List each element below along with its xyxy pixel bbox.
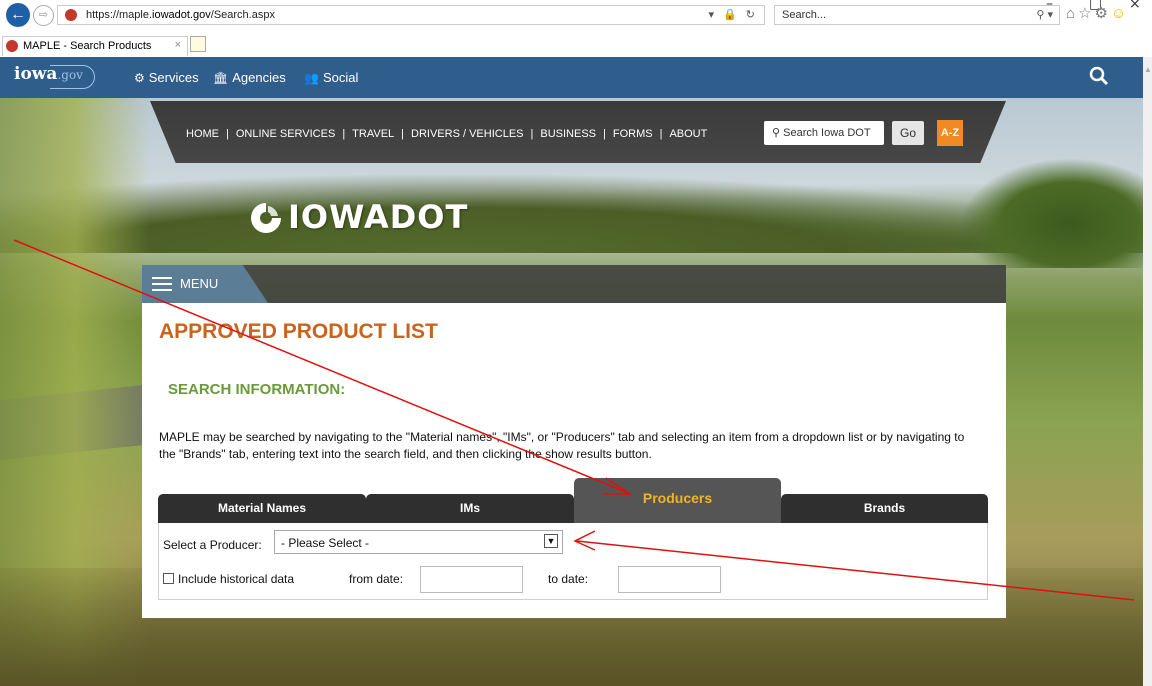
browser-search-box[interactable]: Search... ⚲ ▾ (774, 5, 1060, 25)
iowa-dot-swoosh-icon (251, 203, 281, 233)
social-people-icon: 👥 (304, 71, 319, 85)
a-z-index-button[interactable]: A-Z (937, 120, 963, 146)
logo-state-outline (50, 65, 95, 89)
menu-bar (142, 265, 1006, 303)
tab-favicon-icon (6, 40, 18, 52)
nav-link-business[interactable]: BUSINESS (540, 128, 596, 140)
page-scrollbar[interactable]: ▲ (1143, 57, 1152, 686)
tab-material-names[interactable]: Material Names (158, 494, 366, 523)
nav-link-about[interactable]: ABOUT (669, 128, 707, 140)
hamburger-icon (152, 277, 172, 295)
page-title: APPROVED PRODUCT LIST (159, 320, 438, 343)
home-icon[interactable]: ⌂ (1066, 5, 1078, 22)
nav-services[interactable]: ⚙ Services (134, 70, 199, 85)
address-tools-icons[interactable]: ▾ 🔒 ↻ (708, 8, 758, 21)
section-heading: SEARCH INFORMATION: (168, 381, 346, 398)
services-gears-icon: ⚙ (134, 71, 145, 85)
nav-agencies-label: Agencies (232, 70, 286, 85)
site-favicon-icon (65, 9, 77, 21)
tab-close-icon[interactable]: × (175, 39, 181, 51)
from-date-input[interactable] (420, 566, 523, 593)
include-historical-label[interactable]: Include historical data (178, 572, 294, 586)
feedback-smiley-icon[interactable]: ☺ (1111, 5, 1129, 22)
dot-nav-links: HOME | ONLINE SERVICES | TRAVEL | DRIVERS / VE… (186, 128, 708, 140)
producer-select-value: - Please Select - (281, 536, 370, 550)
favorites-star-icon[interactable]: ☆ (1078, 5, 1094, 22)
iowa-gov-bar: iowa.gov ⚙ Services 🏛 Agencies 👥 Social (0, 57, 1143, 98)
nav-link-home[interactable]: HOME (186, 128, 219, 140)
settings-gear-icon[interactable]: ⚙ (1095, 5, 1111, 22)
search-icon: ⚲ (772, 127, 781, 139)
iowa-gov-logo[interactable]: iowa.gov (14, 64, 95, 89)
producer-select[interactable]: - Please Select - ▼ (274, 530, 563, 554)
browser-search-placeholder: Search... (782, 9, 827, 21)
tab-ims[interactable]: IMs (366, 494, 574, 523)
scroll-up-icon[interactable]: ▲ (1144, 65, 1152, 74)
to-date-input[interactable] (618, 566, 721, 593)
menu-label: MENU (180, 276, 219, 291)
nav-agencies[interactable]: 🏛 Agencies (213, 70, 286, 85)
browser-chrome: – □ × ← ⇨ https://maple.iowadot.gov/Sear… (0, 0, 1152, 57)
nav-link-online-services[interactable]: ONLINE SERVICES (236, 128, 335, 140)
nav-link-drivers-vehicles[interactable]: DRIVERS / VEHICLES (411, 128, 523, 140)
arrow-right-icon: ⇨ (38, 9, 49, 21)
nav-link-travel[interactable]: TRAVEL (352, 128, 394, 140)
browser-tab[interactable]: MAPLE - Search Products × (2, 36, 188, 56)
forward-button[interactable]: ⇨ (33, 5, 54, 26)
toolbar-icons: ⌂☆⚙☺ (1066, 4, 1129, 22)
tab-title: MAPLE - Search Products (23, 40, 152, 52)
url-text: https://maple.iowadot.gov/Search.aspx (86, 9, 275, 21)
nav-services-label: Services (148, 70, 199, 85)
search-icon[interactable]: ⚲ ▾ (1036, 8, 1053, 21)
site-search-icon[interactable] (1088, 65, 1110, 87)
arrow-left-icon: ← (10, 6, 26, 23)
agencies-building-icon: 🏛 (213, 71, 229, 85)
iowa-dot-wordmark: IOWADOT (288, 198, 469, 236)
new-tab-button[interactable] (190, 36, 206, 52)
nav-social[interactable]: 👥 Social (304, 70, 358, 85)
from-date-label: from date: (349, 572, 404, 586)
select-producer-label: Select a Producer: (163, 538, 262, 552)
nav-social-label: Social (322, 70, 359, 85)
back-button[interactable]: ← (6, 3, 30, 27)
chevron-down-icon[interactable]: ▼ (544, 534, 558, 548)
nav-link-forms[interactable]: FORMS (613, 128, 653, 140)
dot-search-input[interactable]: ⚲ Search Iowa DOT (764, 121, 884, 145)
tab-brands[interactable]: Brands (781, 494, 988, 523)
dot-search-placeholder: Search Iowa DOT (783, 127, 871, 139)
include-historical-checkbox[interactable] (163, 573, 174, 584)
close-window-icon[interactable]: × (1129, 0, 1141, 12)
tab-producers[interactable]: Producers (574, 478, 781, 523)
address-bar[interactable]: https://maple.iowadot.gov/Search.aspx ▾ … (57, 5, 765, 25)
dot-search-go-button[interactable]: Go (892, 121, 924, 145)
search-description: MAPLE may be searched by navigating to t… (159, 430, 965, 461)
to-date-label: to date: (548, 572, 589, 586)
